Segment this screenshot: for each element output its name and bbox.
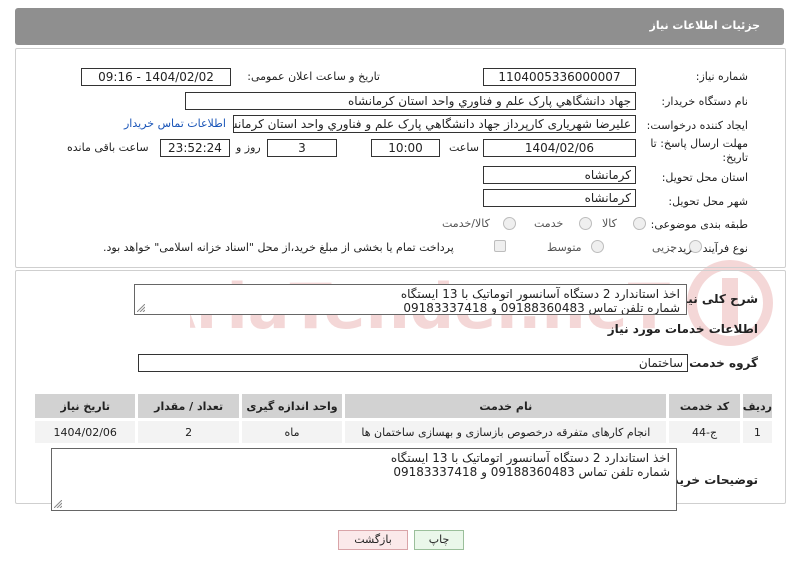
cell-service-code: ج-44 [666, 418, 743, 446]
treasury-checkbox[interactable] [494, 240, 506, 252]
remaining-time-label: ساعت باقی مانده [67, 141, 149, 154]
category-option-goods-service: کالا/خدمت [442, 217, 490, 230]
buyer-org-field: جهاد دانشگاهي پارک علم و فناوري واحد است… [185, 92, 636, 110]
category-option-service: خدمت [534, 217, 564, 230]
category-radio-goods[interactable] [633, 217, 646, 230]
process-radio-minor[interactable] [689, 240, 702, 253]
service-group-field: ساختمان [138, 354, 688, 372]
province-field: کرمانشاه [483, 166, 636, 184]
category-radio-service[interactable] [579, 217, 592, 230]
remaining-days-field: 3 [267, 139, 337, 157]
creator-field: علیرضا شهریاری کارپرداز جهاد دانشگاهي پا… [233, 115, 636, 133]
back-button[interactable]: بازگشت [338, 530, 408, 550]
buyer-notes-line-2: شماره تلفن تماس 09188360483 و 0918333741… [393, 465, 670, 479]
province-label: استان محل تحویل: [661, 171, 748, 184]
deadline-label-line1: مهلت ارسال پاسخ: تا [650, 137, 748, 150]
page-header: جزئیات اطلاعات نیاز [15, 8, 784, 45]
treasury-note: پرداخت تمام یا بخشی از مبلغ خرید،از محل … [103, 241, 454, 254]
col-service-name: نام خدمت [342, 391, 670, 421]
services-section-title: اطلاعات خدمات مورد نیاز [607, 322, 758, 336]
cell-unit: ماه [238, 418, 346, 446]
col-quantity: تعداد / مقدار [135, 391, 242, 421]
process-radio-medium[interactable] [591, 240, 604, 253]
need-number-label: شماره نیاز: [695, 70, 748, 83]
cell-row: 1 [739, 418, 776, 446]
category-radio-goods-service[interactable] [503, 217, 516, 230]
process-option-minor: جزیی [652, 241, 678, 254]
services-table: ردیف کد خدمت نام خدمت واحد اندازه گیری ت… [31, 391, 776, 446]
announce-label: تاریخ و ساعت اعلان عمومی: [247, 70, 380, 83]
announce-field: 1404/02/02 - 09:16 [81, 68, 231, 86]
buyer-org-label: نام دستگاه خریدار: [661, 95, 748, 108]
category-option-goods: کالا [602, 217, 617, 230]
buyer-contact-link[interactable]: اطلاعات تماس خریدار [124, 117, 226, 130]
buyer-notes-textarea[interactable]: اخذ استاندارد 2 دستگاه آسانسور اتوماتیک … [51, 448, 677, 511]
resize-grip-icon[interactable] [137, 304, 145, 312]
col-row: ردیف [739, 391, 776, 421]
city-field: کرمانشاه [483, 189, 636, 207]
print-button[interactable]: چاپ [414, 530, 464, 550]
col-service-code: کد خدمت [666, 391, 743, 421]
description-line-1: اخذ استاندارد 2 دستگاه آسانسور اتوماتیک … [400, 287, 680, 301]
cell-quantity: 2 [135, 418, 242, 446]
need-number-field: 1104005336000007 [483, 68, 636, 86]
deadline-time-field: 10:00 [371, 139, 440, 157]
cell-need-date: 1404/02/06 [31, 418, 139, 446]
table-header-row: ردیف کد خدمت نام خدمت واحد اندازه گیری ت… [31, 391, 776, 421]
service-group-label: گروه خدمت: [684, 356, 758, 370]
description-line-2: شماره تلفن تماس 09188360483 و 0918333741… [403, 301, 680, 315]
deadline-date-field: 1404/02/06 [483, 139, 636, 157]
description-textarea[interactable]: اخذ استاندارد 2 دستگاه آسانسور اتوماتیک … [134, 284, 687, 315]
col-unit: واحد اندازه گیری [238, 391, 346, 421]
buyer-notes-line-1: اخذ استاندارد 2 دستگاه آسانسور اتوماتیک … [390, 451, 670, 465]
remaining-time-field: 23:52:24 [160, 139, 230, 157]
remaining-days-label: روز و [236, 141, 261, 154]
col-need-date: تاریخ نیاز [31, 391, 139, 421]
page-title: جزئیات اطلاعات نیاز [649, 19, 761, 32]
table-row: 1 ج-44 انجام کارهای متفرقه درخصوص بازساز… [31, 418, 776, 446]
process-option-medium: متوسط [547, 241, 582, 254]
deadline-time-label: ساعت [449, 141, 479, 154]
resize-grip-icon[interactable] [54, 500, 62, 508]
city-label: شهر محل تحویل: [668, 195, 748, 208]
creator-label: ایجاد کننده درخواست: [646, 119, 748, 132]
process-label: نوع فرآیند خرید : [670, 242, 748, 255]
category-label: طبقه بندی موضوعی: [650, 218, 748, 231]
cell-service-name: انجام کارهای متفرقه درخصوص بازسازی و بهس… [342, 418, 670, 446]
deadline-label-line2: تاریخ: [722, 151, 748, 164]
